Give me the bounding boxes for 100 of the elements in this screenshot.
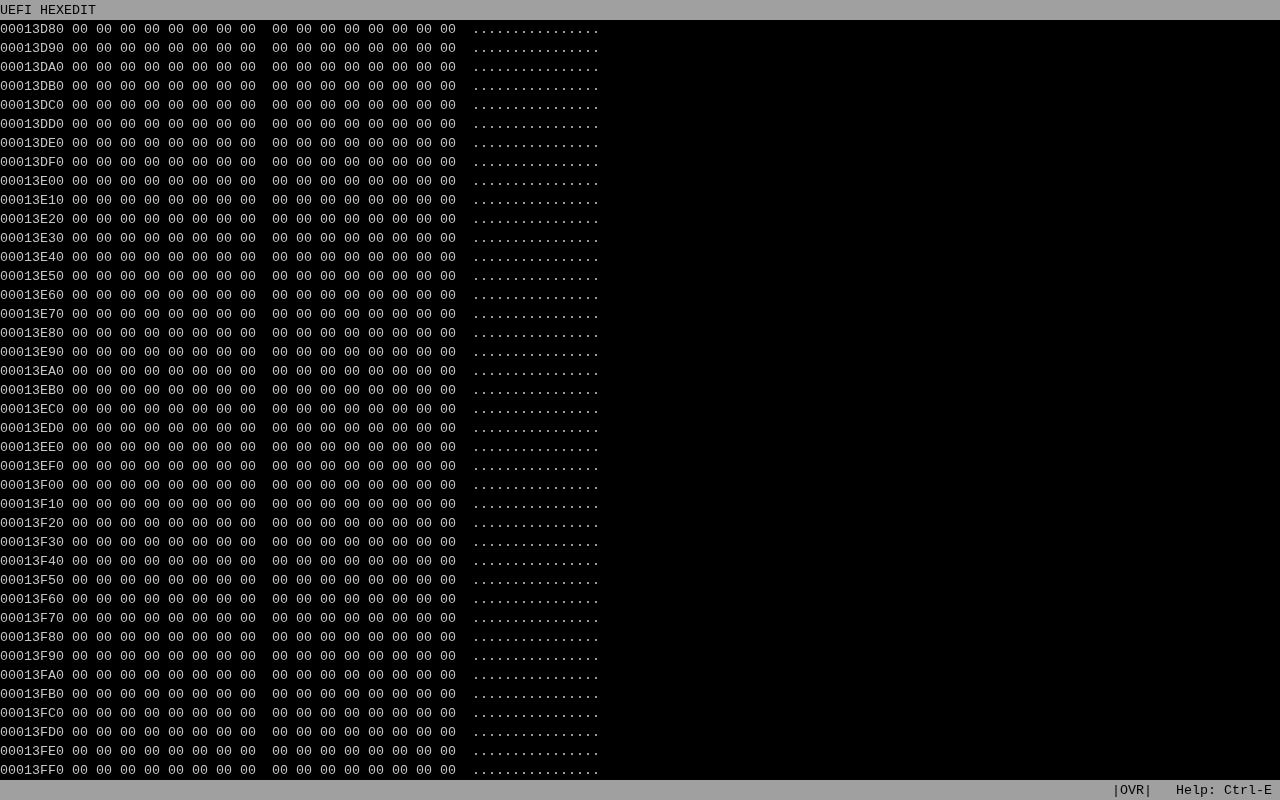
ascii-cell-text: ................ (472, 325, 600, 343)
hex-byte: 00 (368, 344, 384, 362)
hex-byte: 00 (72, 192, 88, 210)
hex-byte: 00 (296, 610, 312, 628)
hex-byte: 00 (144, 724, 160, 742)
hex-byte: 00 (144, 743, 160, 761)
hex-byte: 00 (144, 534, 160, 552)
ascii-cell-text: ................ (472, 496, 600, 514)
hex-byte: 00 (320, 705, 336, 723)
hex-byte: 00 (72, 116, 88, 134)
hex-byte: 00 (368, 705, 384, 723)
hex-byte: 00 (272, 154, 288, 172)
hex-byte: 00 (392, 230, 408, 248)
hex-byte: 00 (368, 610, 384, 628)
hex-byte: 00 (240, 591, 256, 609)
hex-byte: 00 (416, 135, 432, 153)
hex-byte: 00 (296, 40, 312, 58)
hex-byte: 00 (392, 344, 408, 362)
hex-byte: 00 (368, 724, 384, 742)
hex-byte: 00 (296, 287, 312, 305)
hex-byte: 00 (120, 762, 136, 780)
hex-byte: 00 (392, 382, 408, 400)
hex-byte: 00 (344, 287, 360, 305)
hex-byte: 00 (120, 382, 136, 400)
hex-byte: 00 (240, 325, 256, 343)
hex-byte: 00 (344, 268, 360, 286)
hex-byte: 00 (192, 762, 208, 780)
hex-byte: 00 (144, 515, 160, 533)
address-cell-text: 00013F20 (0, 515, 64, 533)
hex-byte: 00 (120, 629, 136, 647)
hex-byte: 00 (272, 705, 288, 723)
ascii-cell-text: ................ (472, 59, 600, 77)
hex-byte: 00 (216, 724, 232, 742)
hex-byte: 00 (144, 173, 160, 191)
hex-byte: 00 (120, 249, 136, 267)
hex-byte: 00 (144, 477, 160, 495)
hex-byte: 00 (440, 325, 456, 343)
hex-byte: 00 (272, 458, 288, 476)
hex-byte: 00 (120, 154, 136, 172)
ascii-cell-text: ................ (472, 154, 600, 172)
hex-byte: 00 (440, 249, 456, 267)
hex-byte: 00 (368, 135, 384, 153)
hex-byte: 00 (392, 268, 408, 286)
hex-byte: 00 (192, 496, 208, 514)
hex-byte: 00 (320, 192, 336, 210)
hex-byte: 00 (344, 553, 360, 571)
hex-byte: 00 (296, 724, 312, 742)
hex-byte: 00 (216, 477, 232, 495)
hex-byte: 00 (240, 401, 256, 419)
hex-byte: 00 (296, 401, 312, 419)
hex-byte: 00 (272, 78, 288, 96)
hex-byte: 00 (72, 306, 88, 324)
hex-byte: 00 (96, 724, 112, 742)
hex-byte: 00 (320, 553, 336, 571)
hex-byte: 00 (120, 572, 136, 590)
hex-byte: 00 (240, 534, 256, 552)
hex-byte: 00 (168, 325, 184, 343)
hex-byte: 00 (368, 572, 384, 590)
hex-byte: 00 (72, 287, 88, 305)
hex-byte: 00 (96, 401, 112, 419)
address-cell-text: 00013FA0 (0, 667, 64, 685)
hex-byte: 00 (120, 515, 136, 533)
hex-byte: 00 (240, 572, 256, 590)
hex-byte: 00 (416, 629, 432, 647)
hex-byte: 00 (216, 496, 232, 514)
hex-byte: 00 (72, 762, 88, 780)
ascii-cell-text: ................ (472, 572, 600, 590)
hex-byte: 00 (144, 458, 160, 476)
hex-byte: 00 (96, 743, 112, 761)
address-cell-text: 00013F70 (0, 610, 64, 628)
hex-byte: 00 (344, 420, 360, 438)
hex-byte: 00 (320, 648, 336, 666)
hex-byte: 00 (216, 705, 232, 723)
address-cell-text: 00013DC0 (0, 97, 64, 115)
hex-byte: 00 (320, 591, 336, 609)
hex-byte: 00 (144, 116, 160, 134)
hex-byte: 00 (368, 534, 384, 552)
hex-byte: 00 (96, 382, 112, 400)
hex-byte: 00 (96, 648, 112, 666)
address-cell-text: 00013E70 (0, 306, 64, 324)
hex-byte: 00 (392, 705, 408, 723)
hex-byte: 00 (272, 648, 288, 666)
hex-byte: 00 (96, 192, 112, 210)
hex-byte: 00 (272, 686, 288, 704)
hex-byte: 00 (416, 496, 432, 514)
address-cell-text: 00013F00 (0, 477, 64, 495)
ascii-cell-text: ................ (472, 135, 600, 153)
hex-byte: 00 (144, 249, 160, 267)
hex-byte: 00 (240, 268, 256, 286)
hex-byte: 00 (72, 344, 88, 362)
hex-byte: 00 (96, 629, 112, 647)
hex-byte: 00 (440, 591, 456, 609)
address-cell-text: 00013F90 (0, 648, 64, 666)
hex-byte: 00 (368, 363, 384, 381)
hex-byte: 00 (120, 230, 136, 248)
hex-byte: 00 (272, 268, 288, 286)
hex-byte: 00 (120, 477, 136, 495)
hex-byte: 00 (144, 382, 160, 400)
hex-byte: 00 (392, 249, 408, 267)
hex-byte: 00 (320, 306, 336, 324)
